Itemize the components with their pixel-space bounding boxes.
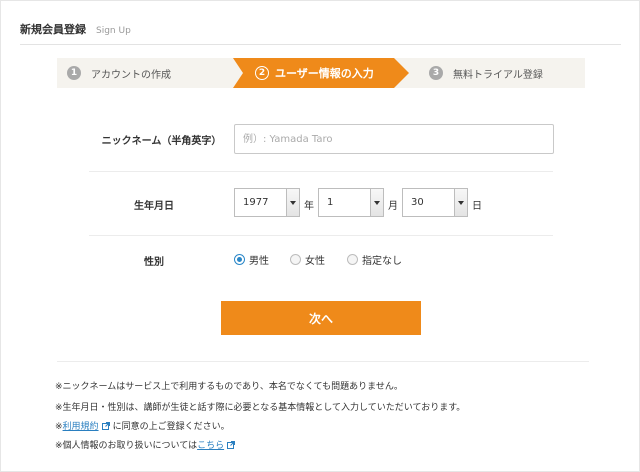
step-1-number: 1: [67, 66, 81, 80]
notes-divider: [57, 361, 589, 362]
day-unit: 日: [472, 201, 482, 212]
progress-steps: 1 アカウントの作成 2 ユーザー情報の入力 3 無料トライアル登録: [57, 58, 585, 88]
privacy-link[interactable]: こちら: [197, 441, 224, 451]
gender-radio-unspecified[interactable]: 指定なし: [347, 252, 402, 267]
month-unit: 月: [388, 201, 398, 212]
step-3-label: 無料トライアル登録: [453, 69, 543, 81]
chevron-down-icon: [454, 189, 467, 216]
gender-option-unspecified: 指定なし: [362, 256, 402, 267]
step-2-active: 2 ユーザー情報の入力: [233, 58, 409, 88]
row-divider: [89, 235, 553, 236]
next-button[interactable]: 次へ: [221, 301, 421, 335]
note-privacy: ※個人情報のお取り扱いについてはこちら: [55, 438, 238, 451]
radio-unchecked-icon: [347, 254, 358, 265]
step-1-label: アカウントの作成: [91, 69, 171, 81]
gender-radio-male[interactable]: 男性: [234, 252, 269, 267]
gender-option-female: 女性: [305, 256, 325, 267]
step-2-label: ユーザー情報の入力: [275, 67, 374, 80]
radio-checked-icon: [234, 254, 245, 265]
page-subtitle: Sign Up: [96, 26, 131, 36]
radio-unchecked-icon: [290, 254, 301, 265]
note-terms-suffix: に同意の上ご登録ください。: [112, 422, 230, 432]
note-nickname: ※ニックネームはサービス上で利用するものであり、本名でなくても問題ありません。: [55, 382, 403, 392]
birth-year-value: 1977: [243, 197, 269, 208]
birth-day-select[interactable]: 30: [402, 188, 468, 217]
gender-label: 性別: [144, 257, 164, 268]
page-header: 新規会員登録 Sign Up: [20, 21, 131, 37]
chevron-down-icon: [370, 189, 383, 216]
birthdate-label: 生年月日: [134, 201, 174, 212]
note-terms: ※利用規約 に同意の上ご登録ください。: [55, 419, 230, 432]
row-divider: [89, 171, 553, 172]
note-terms-prefix: ※: [55, 422, 63, 432]
note-privacy-prefix: ※個人情報のお取り扱いについては: [55, 441, 198, 451]
birth-year-select[interactable]: 1977: [234, 188, 300, 217]
terms-link[interactable]: 利用規約: [63, 422, 99, 432]
birth-month-select[interactable]: 1: [318, 188, 384, 217]
step-2-number: 2: [255, 66, 269, 80]
gender-radio-female[interactable]: 女性: [290, 252, 325, 267]
gender-option-male: 男性: [249, 256, 269, 267]
page-title: 新規会員登録: [20, 23, 86, 36]
birth-day-value: 30: [411, 197, 424, 208]
nickname-label: ニックネーム（半角英字）: [101, 136, 222, 147]
step-1: 1 アカウントの作成: [67, 58, 171, 88]
chevron-down-icon: [286, 189, 299, 216]
page-frame: 新規会員登録 Sign Up 1 アカウントの作成 2 ユーザー情報の入力 3 …: [0, 0, 640, 472]
year-unit: 年: [304, 201, 314, 212]
step-3-number: 3: [429, 66, 443, 80]
birth-month-value: 1: [327, 197, 334, 208]
header-divider: [20, 44, 621, 45]
step-3: 3 無料トライアル登録: [429, 58, 543, 88]
external-link-icon: [227, 441, 236, 449]
external-link-icon: [101, 422, 110, 430]
note-birthdate: ※生年月日・性別は、講師が生徒と話す際に必要となる基本情報として入力していただい…: [55, 403, 466, 413]
nickname-input[interactable]: [234, 124, 554, 154]
